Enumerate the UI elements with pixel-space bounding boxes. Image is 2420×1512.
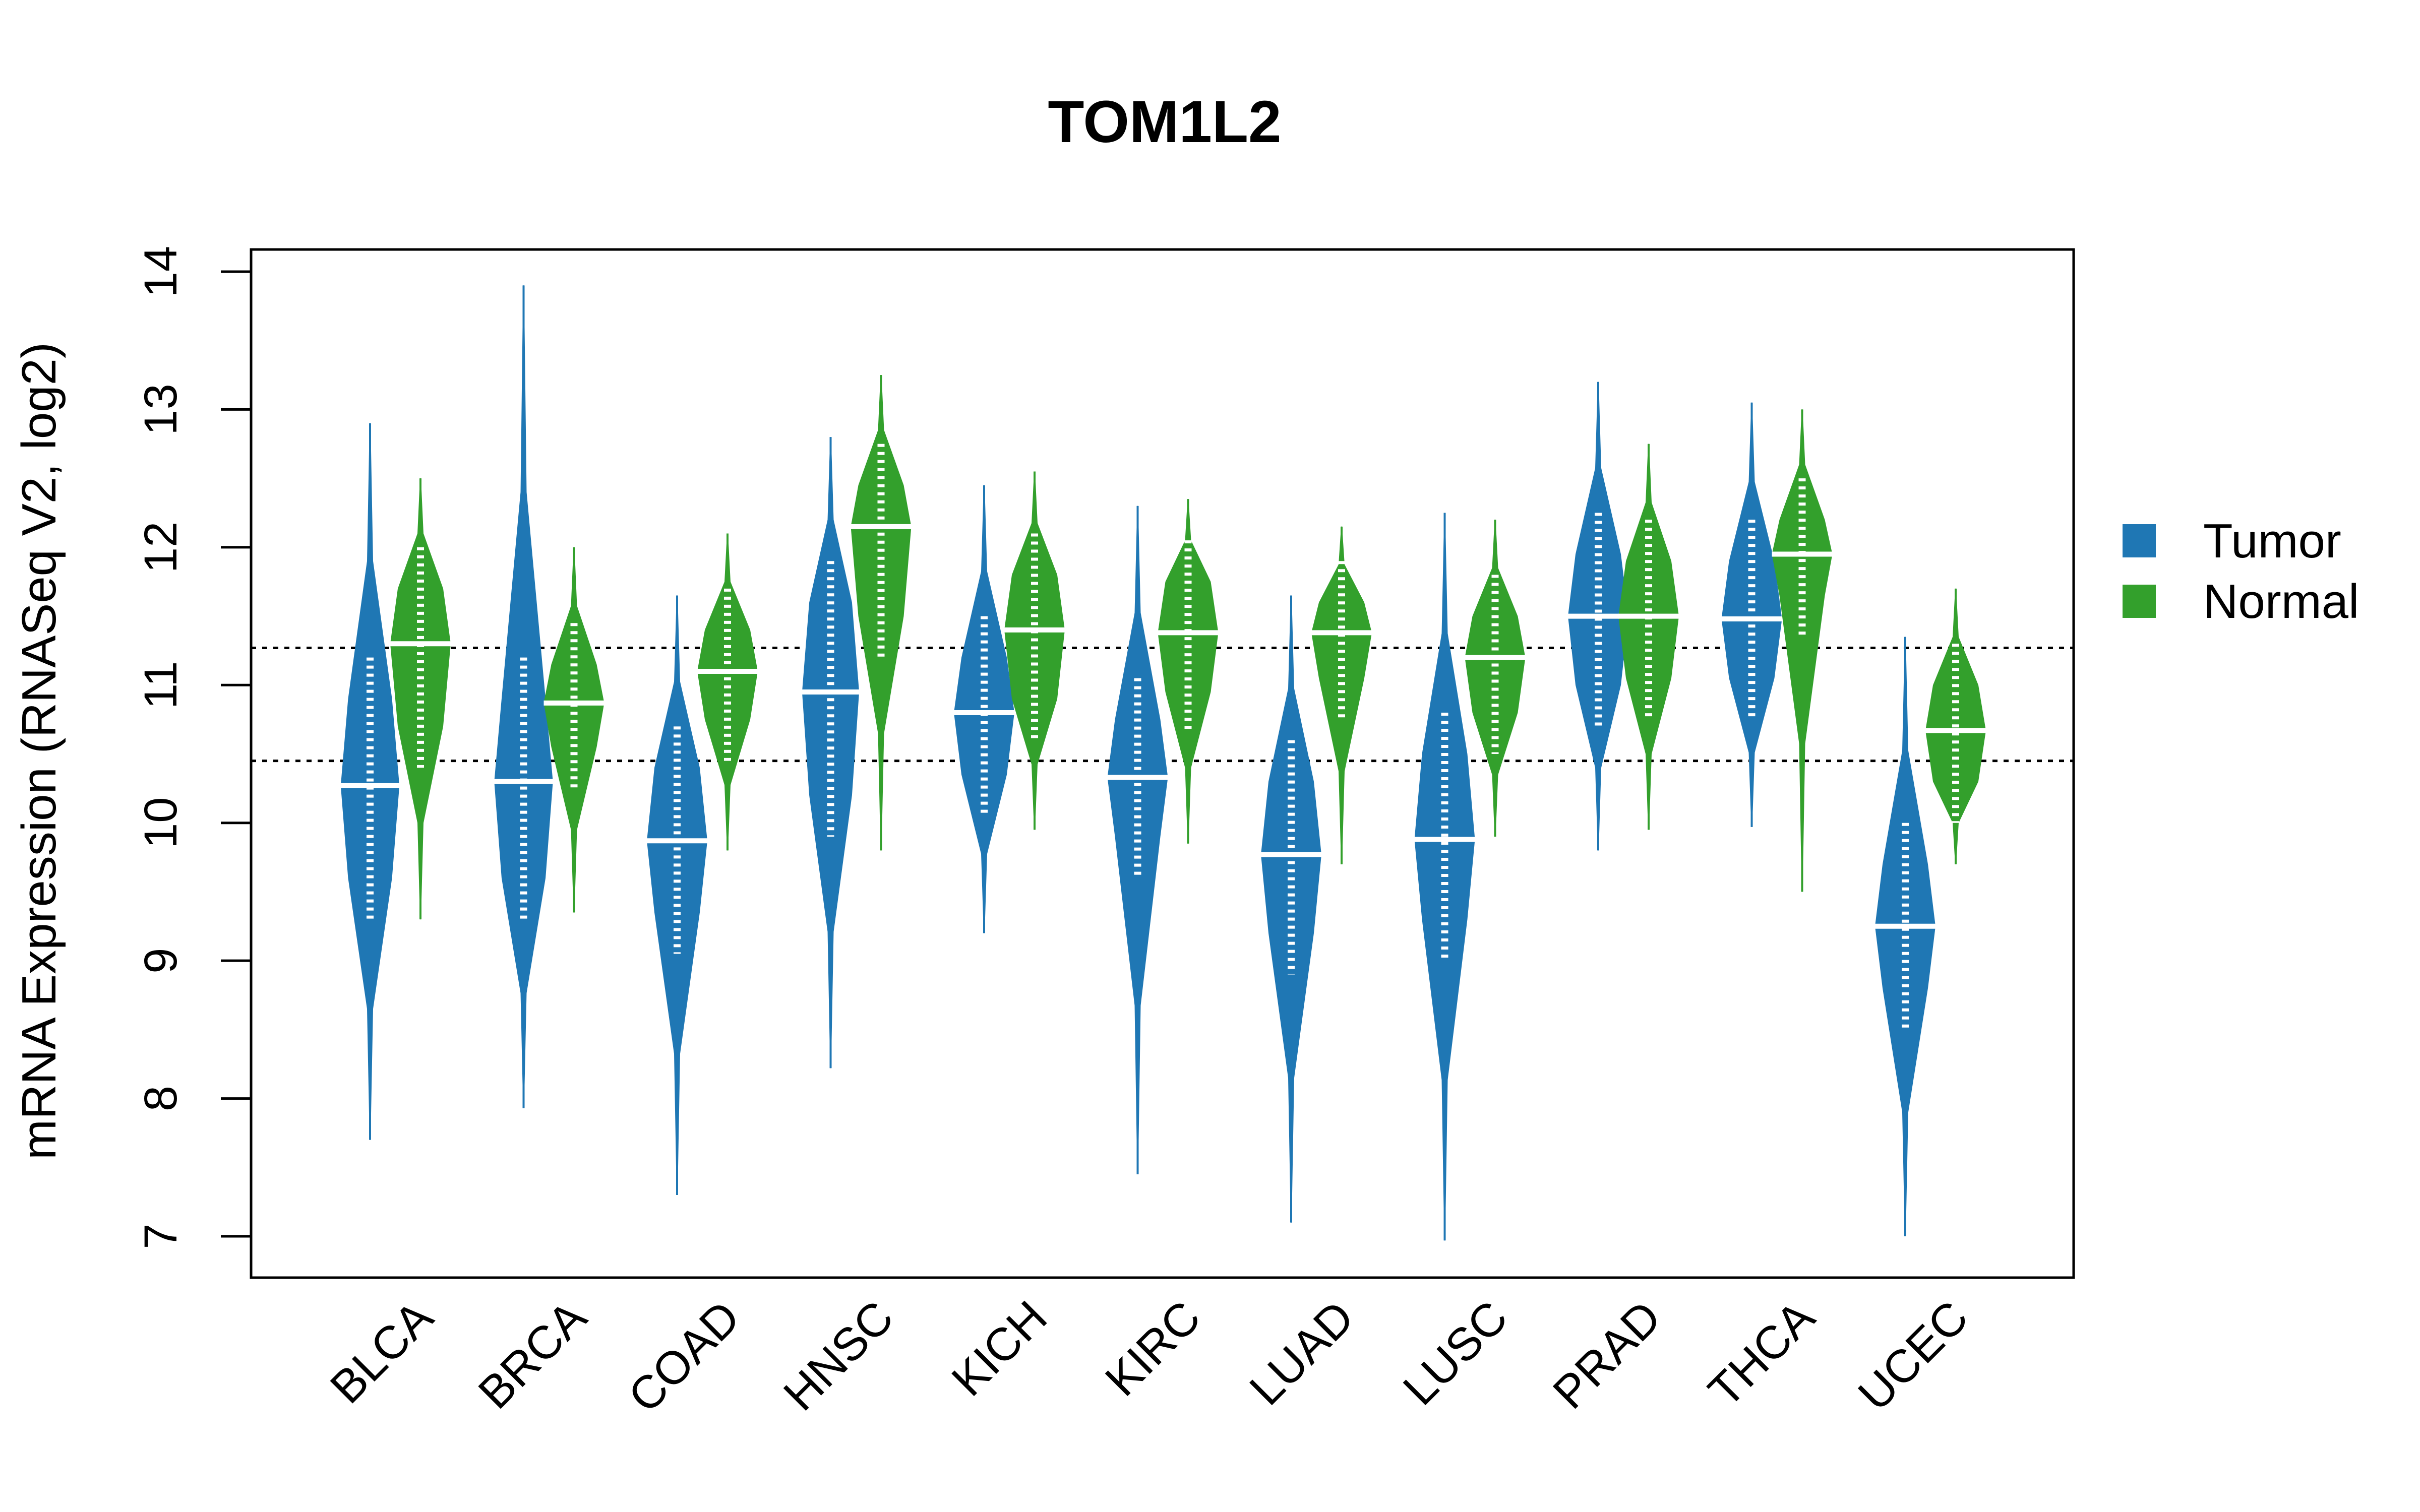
x-tick-label: BLCA: [321, 1291, 443, 1414]
chart-title: TOM1L2: [1048, 89, 1281, 155]
violin-group-hnsc: [800, 375, 912, 1068]
x-tick-label: BRCA: [469, 1291, 596, 1419]
violin-normal: [1618, 444, 1679, 830]
x-tick-label: UCEC: [1849, 1291, 1978, 1420]
violin-tumor: [1721, 402, 1782, 827]
y-axis-label: mRNA Expression (RNASeq V2, log2): [12, 342, 66, 1160]
violin-chart: TOM1L2 mRNA Expression (RNASeq V2, log2)…: [12, 89, 2359, 1423]
x-tick-label: KIRC: [1096, 1291, 1211, 1406]
violin-group-brca: [493, 285, 604, 1108]
violin-tumor: [494, 285, 553, 1108]
violin-group-kirc: [1107, 499, 1219, 1174]
legend-label-tumor: Tumor: [2203, 514, 2341, 568]
y-tick-label: 9: [135, 948, 187, 974]
violin-normal: [1772, 409, 1833, 892]
violin-normal: [697, 533, 758, 851]
violin-group-blca: [340, 423, 451, 1140]
violin-tumor: [802, 437, 860, 1068]
x-tick-label: THCA: [1699, 1291, 1825, 1417]
violin-tumor: [1261, 595, 1321, 1223]
x-tick-label: PRAD: [1543, 1291, 1671, 1419]
x-tick-label: KICH: [942, 1291, 1057, 1406]
violin-group-luad: [1261, 526, 1372, 1223]
y-tick-label: 11: [135, 661, 187, 710]
violin-group-lusc: [1414, 513, 1526, 1241]
y-axis: 7 8 9 10 11 12 13 14: [135, 246, 253, 1249]
y-tick-label: 7: [135, 1223, 187, 1249]
x-axis-labels: BLCA BRCA COAD HNSC KICH KIRC LUAD LUSC PRAD THCA…: [321, 1291, 1978, 1423]
legend: Tumor Normal: [2123, 514, 2359, 628]
y-tick-label: 13: [135, 384, 187, 435]
legend-swatch-tumor: [2123, 524, 2156, 557]
y-tick-label: 8: [135, 1086, 187, 1111]
violin-normal: [1465, 520, 1526, 837]
violin-group-thca: [1721, 402, 1833, 892]
violin-tumor: [954, 485, 1014, 933]
violin-group-ucec: [1875, 588, 1986, 1236]
violin-normal: [1004, 471, 1065, 830]
legend-swatch-normal: [2123, 585, 2156, 618]
x-tick-label: COAD: [619, 1291, 750, 1422]
violin-group-prad: [1568, 382, 1679, 851]
x-tick-label: LUSC: [1394, 1291, 1518, 1415]
x-tick-label: HNSC: [774, 1291, 903, 1420]
y-tick-label: 12: [135, 522, 187, 573]
y-tick-label: 10: [135, 797, 187, 849]
violin-tumor: [340, 423, 400, 1140]
violins: [340, 285, 1986, 1241]
violin-group-kich: [954, 471, 1065, 933]
legend-label-normal: Normal: [2203, 575, 2359, 628]
violin-normal: [390, 478, 451, 920]
violin-group-coad: [647, 533, 758, 1195]
y-tick-label: 14: [135, 246, 187, 297]
violin-tumor: [647, 595, 707, 1195]
x-tick-label: LUAD: [1240, 1291, 1364, 1415]
